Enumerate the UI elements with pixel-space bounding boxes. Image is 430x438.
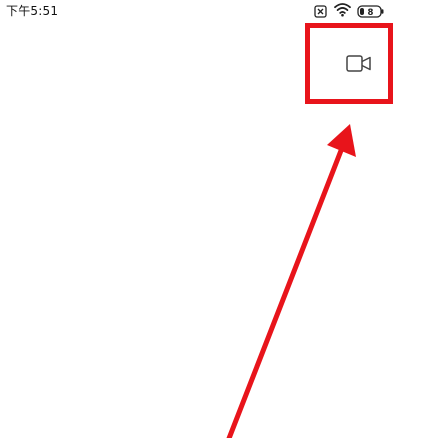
status-time: 下午5:51 xyxy=(6,4,59,18)
video-camera-button[interactable] xyxy=(338,48,372,78)
video-camera-icon xyxy=(346,54,372,74)
sim-absent-icon xyxy=(314,3,327,18)
wifi-icon xyxy=(334,2,351,17)
status-bar: 下午5:51 8 xyxy=(0,0,430,26)
arrow-shaft xyxy=(226,145,345,438)
arrow-head xyxy=(327,124,356,157)
battery-icon: 8 xyxy=(357,3,384,18)
status-icons: 8 xyxy=(314,2,384,18)
battery-level-text: 8 xyxy=(368,8,374,18)
